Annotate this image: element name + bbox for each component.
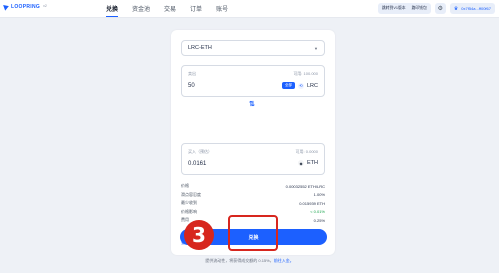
detail-value: 0.015939 ETH: [299, 200, 325, 206]
settings-button[interactable]: ⚙: [434, 3, 446, 14]
logo-version: v2: [43, 4, 47, 8]
sell-box: 卖出 可用: 100.000 50 全部 ⟲ LRC: [181, 65, 325, 97]
nav-item-trade[interactable]: 交易: [164, 4, 176, 13]
logo[interactable]: LOOPRING v2: [3, 3, 47, 11]
switch-v1-link[interactable]: 跳转到V1版本: [382, 6, 406, 11]
account-address: 0x7f54a...ff00f67: [461, 6, 491, 11]
version-links: 跳转到V1版本 路印钱包: [377, 3, 431, 14]
step-number-badge: 3: [184, 220, 214, 250]
detail-row: 最少收到 0.015939 ETH: [181, 199, 325, 208]
sell-label: 卖出: [188, 71, 196, 76]
swap-direction-icon[interactable]: ⇅: [249, 100, 255, 108]
detail-label: 最少收到: [181, 200, 197, 206]
logo-text: LOOPRING: [11, 4, 41, 10]
main-nav: 兑换 资金池 交易 订单 账号: [106, 4, 228, 17]
buy-box: 买入（预估） 可用: 0.0000 0.0161 ◆ ETH: [181, 143, 325, 175]
buy-label: 买入（预估）: [188, 149, 212, 154]
sell-token: 全部 ⟲ LRC: [281, 82, 318, 89]
buy-available: 可用: 0.0000: [295, 149, 318, 154]
wallet-link[interactable]: 路印钱包: [412, 6, 427, 11]
account-button[interactable]: ♛ 0x7f54a...ff00f67: [449, 3, 495, 14]
detail-label: 费用: [181, 217, 189, 223]
lrc-icon: ⟲: [297, 82, 304, 89]
buy-token: ◆ ETH: [298, 160, 318, 166]
nav-item-swap[interactable]: 兑换: [106, 4, 119, 17]
sell-token-symbol: LRC: [306, 82, 318, 89]
footer-deposit-link[interactable]: 前往入金。: [274, 258, 294, 263]
detail-value: < 0.01%: [310, 209, 325, 215]
detail-value: 1.00%: [313, 192, 325, 198]
top-actions: 跳转到V1版本 路印钱包 ⚙ ♛ 0x7f54a...ff00f67: [377, 3, 495, 14]
detail-value: 0.25%: [313, 217, 325, 223]
nav-item-pool[interactable]: 资金池: [132, 4, 150, 13]
sell-amount-input[interactable]: 50: [188, 83, 195, 89]
footer-note: 提供流动性，将获得成交额的 0.15%，前往入金。: [0, 258, 499, 264]
detail-label: 价格: [181, 183, 189, 189]
gear-icon: ⚙: [437, 6, 443, 12]
pair-label: LRC-ETH: [188, 45, 212, 51]
detail-row: 滑点容忍度 1.00%: [181, 191, 325, 200]
chevron-down-icon: ▼: [314, 45, 318, 51]
crown-icon: ♛: [453, 5, 459, 12]
eth-icon: ◆: [298, 160, 304, 166]
nav-item-orders[interactable]: 订单: [190, 4, 202, 13]
detail-value: 0.00032552 ETH/LRC: [285, 183, 325, 189]
buy-token-symbol: ETH: [307, 160, 318, 166]
loopring-logo-icon: [3, 3, 10, 11]
footer-text: 提供流动性，将获得成交额的 0.15%，: [205, 258, 274, 263]
annotation-highlight-box: [228, 215, 278, 251]
detail-row: 价格 0.00032552 ETH/LRC: [181, 182, 325, 191]
detail-label: 价格影响: [181, 208, 197, 214]
max-button[interactable]: 全部: [281, 82, 295, 89]
buy-amount-input[interactable]: 0.0161: [188, 161, 206, 167]
nav-item-account[interactable]: 账号: [216, 4, 228, 13]
detail-label: 滑点容忍度: [181, 191, 201, 197]
sell-available: 可用: 100.000: [293, 71, 318, 76]
pair-select[interactable]: LRC-ETH ▼: [181, 40, 325, 56]
top-bar: LOOPRING v2 兑换 资金池 交易 订单 账号 跳转到V1版本 路印钱包…: [0, 0, 499, 18]
